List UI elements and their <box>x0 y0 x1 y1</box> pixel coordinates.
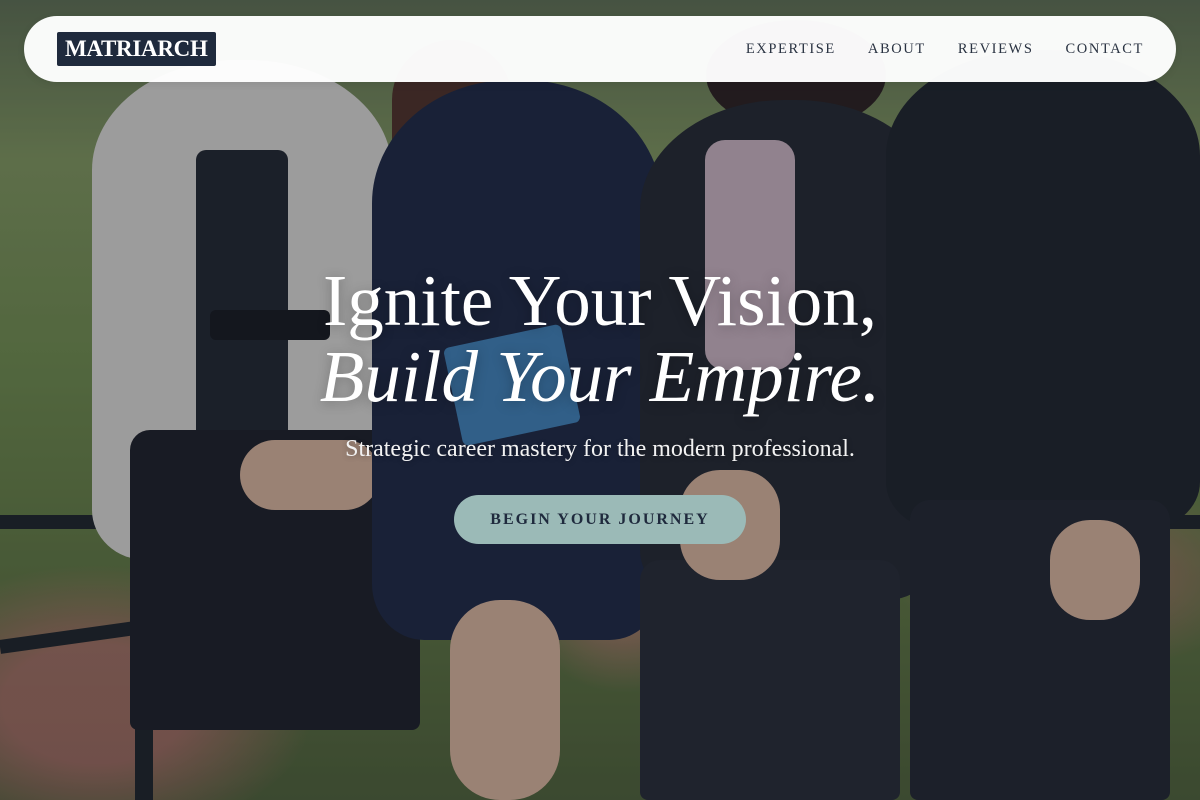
hero-title: Ignite Your Vision, Build Your Empire. <box>0 263 1200 415</box>
hero-subtitle: Strategic career mastery for the modern … <box>345 436 855 462</box>
hero-title-line1: Ignite Your Vision, <box>322 260 878 341</box>
hero-title-line2: Build Your Empire. <box>319 336 881 417</box>
begin-journey-button[interactable]: BEGIN YOUR JOURNEY <box>454 495 746 544</box>
hero-section: Ignite Your Vision, Build Your Empire. S… <box>0 0 1200 800</box>
